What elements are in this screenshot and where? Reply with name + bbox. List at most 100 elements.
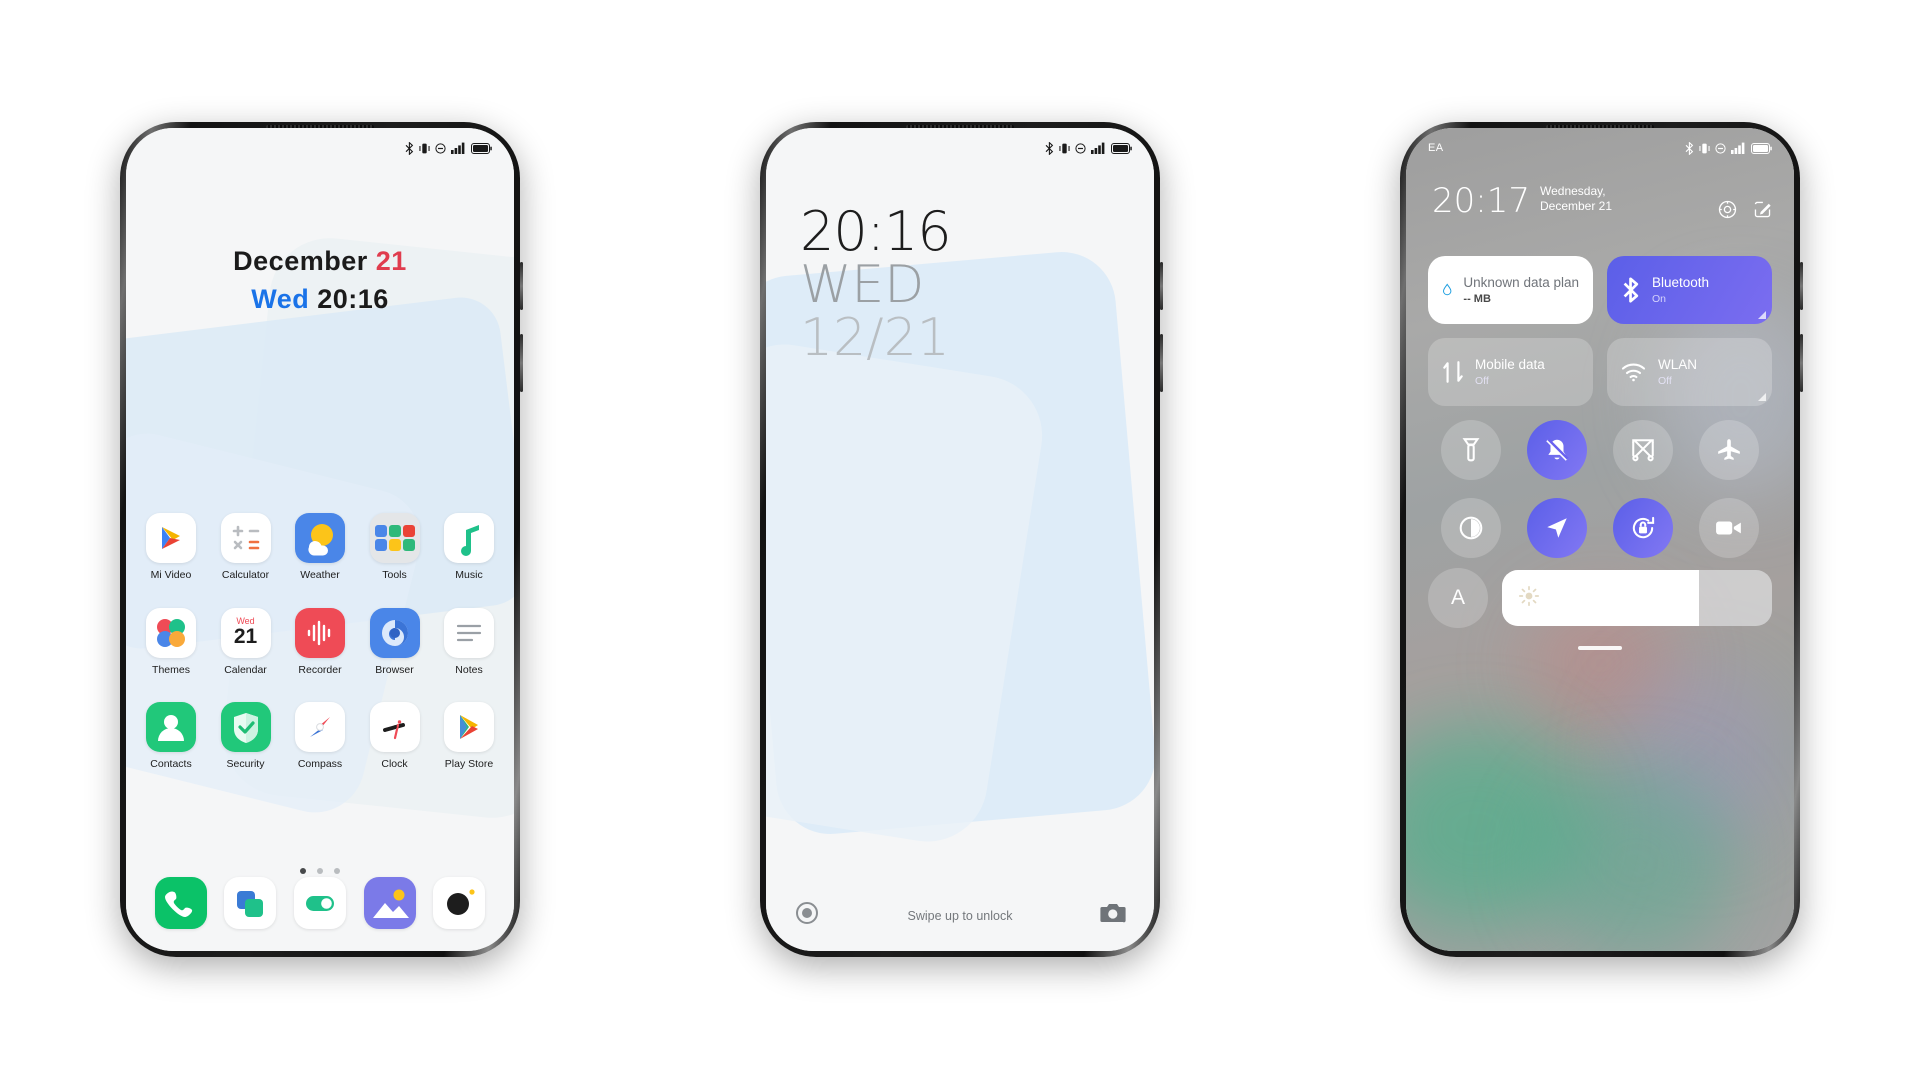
volume-button[interactable] (1160, 262, 1163, 310)
camera-icon[interactable] (433, 877, 486, 929)
app-compass[interactable]: Compass (289, 702, 351, 771)
tile-bluetooth[interactable]: Bluetooth On (1607, 256, 1772, 324)
app-calendar[interactable]: Wed 21 Calendar (215, 607, 277, 677)
calculator-icon (220, 513, 271, 563)
clock-widget-date-line: December 21 (126, 246, 514, 277)
app-calculator[interactable]: Calculator (215, 513, 277, 582)
clock-widget-weekday: Wed (251, 284, 310, 314)
app-themes[interactable]: Themes (140, 607, 202, 677)
tile-title: Bluetooth (1652, 274, 1710, 290)
app-play-store[interactable]: Play Store (438, 702, 500, 771)
clock-widget-time: 20:16 (317, 284, 389, 314)
rotation-lock-icon (1632, 516, 1655, 539)
header-actions (1718, 184, 1772, 224)
settings-icon[interactable] (293, 877, 346, 929)
drag-handle[interactable] (1578, 646, 1622, 650)
clock-icon (369, 702, 420, 753)
location-icon (1547, 518, 1567, 538)
status-bar: EA (1406, 128, 1794, 168)
edit-icon[interactable] (1753, 200, 1772, 224)
app-music[interactable]: Music (438, 513, 500, 582)
app-label: Mi Video (150, 569, 192, 581)
power-button[interactable] (1800, 334, 1803, 392)
toggle-dark-mode[interactable] (1441, 498, 1501, 558)
battery-icon (1111, 142, 1132, 154)
tile-data-plan[interactable]: Unknown data plan -- MB (1428, 256, 1593, 324)
toggle-rotation-lock[interactable] (1613, 498, 1673, 558)
auto-brightness-button[interactable]: A (1428, 568, 1488, 628)
assistant-icon[interactable] (794, 900, 820, 931)
toggle-cast-screenshot[interactable] (1613, 420, 1673, 480)
phone-icon[interactable] (154, 877, 207, 929)
app-weather[interactable]: Weather (289, 513, 351, 582)
lock-clock-time: 20:16 (800, 200, 952, 263)
control-center-date: Wednesday, December 21 (1539, 184, 1613, 213)
app-row: Contacts Security Compass Clock Play Sto… (140, 702, 500, 771)
vibrate-icon (1699, 143, 1710, 153)
toggle-flashlight[interactable] (1441, 420, 1501, 480)
toggle-silent-mode[interactable] (1527, 420, 1587, 480)
browser-icon (369, 607, 420, 658)
tile-subtitle: On (1652, 293, 1667, 306)
app-label: Clock (381, 758, 408, 771)
volume-button[interactable] (1800, 262, 1803, 310)
gallery-icon[interactable] (363, 877, 416, 929)
status-bar (766, 128, 1154, 168)
tile-title: Mobile data (1475, 356, 1545, 372)
sun-icon (1518, 585, 1540, 612)
app-label: Themes (152, 663, 190, 676)
messages-icon[interactable] (224, 877, 277, 929)
power-button[interactable] (520, 334, 523, 392)
volume-button[interactable] (520, 262, 523, 310)
app-label: Play Store (444, 758, 494, 771)
tile-subtitle: Off (1658, 375, 1672, 388)
header-time-date: 20:17 Wednesday, December 21 (1432, 184, 1650, 218)
app-security[interactable]: Security (215, 702, 277, 771)
themes-icon (146, 607, 196, 658)
tile-expand-indicator[interactable] (1758, 393, 1766, 401)
tile-subtitle: Off (1475, 375, 1489, 388)
screenshot-stage: December 21 Wed 20:16 Mi Video Calculato… (0, 0, 1920, 1079)
tools-folder-icon (369, 513, 420, 563)
lock-bottom-bar: Swipe up to unlock (766, 900, 1154, 931)
tile-expand-indicator[interactable] (1758, 311, 1766, 319)
screen-recorder-icon (1716, 521, 1741, 535)
tile-mobile-data[interactable]: Mobile data Off (1428, 338, 1593, 406)
data-drop-icon (1443, 283, 1452, 296)
page-dot-1[interactable] (300, 868, 306, 874)
settings-gear-icon[interactable] (1718, 200, 1737, 224)
app-browser[interactable]: Browser (364, 607, 426, 677)
bluetooth-icon (405, 141, 414, 155)
home-clock-widget[interactable]: December 21 Wed 20:16 (126, 246, 514, 315)
app-label: Tools (382, 569, 407, 581)
power-button[interactable] (1160, 334, 1163, 392)
page-dot-3[interactable] (334, 868, 340, 874)
page-dot-2[interactable] (317, 868, 323, 874)
lock-hint-text: Swipe up to unlock (907, 908, 1013, 923)
clock-widget-time-line: Wed 20:16 (126, 284, 514, 315)
tile-wlan[interactable]: WLAN Off (1607, 338, 1772, 406)
dnd-icon (1075, 142, 1086, 154)
battery-icon (471, 142, 492, 154)
app-label: Browser (375, 663, 414, 676)
tile-title: Unknown data plan (1463, 274, 1579, 290)
toggle-location[interactable] (1527, 498, 1587, 558)
battery-icon (1751, 142, 1772, 154)
vibrate-icon (419, 143, 430, 153)
brightness-slider[interactable] (1502, 570, 1772, 626)
lock-screen: 20:16 WED 12/21 Swipe up to unlock (766, 128, 1154, 951)
app-clock[interactable]: Clock (364, 702, 426, 771)
app-mi-video[interactable]: Mi Video (140, 513, 202, 582)
app-label: Calculator (221, 569, 270, 581)
app-recorder[interactable]: Recorder (289, 607, 351, 677)
weather-icon (295, 513, 345, 563)
toggle-airplane-mode[interactable] (1699, 420, 1759, 480)
phone-bezel: December 21 Wed 20:16 Mi Video Calculato… (126, 128, 514, 951)
app-contacts[interactable]: Contacts (140, 702, 202, 771)
wlan-icon (1621, 363, 1646, 382)
control-center-time: 20:17 (1432, 181, 1530, 221)
toggle-screen-recorder[interactable] (1699, 498, 1759, 558)
app-tools-folder[interactable]: Tools (364, 513, 426, 582)
app-notes[interactable]: Notes (438, 607, 500, 677)
camera-icon[interactable] (1100, 902, 1126, 929)
